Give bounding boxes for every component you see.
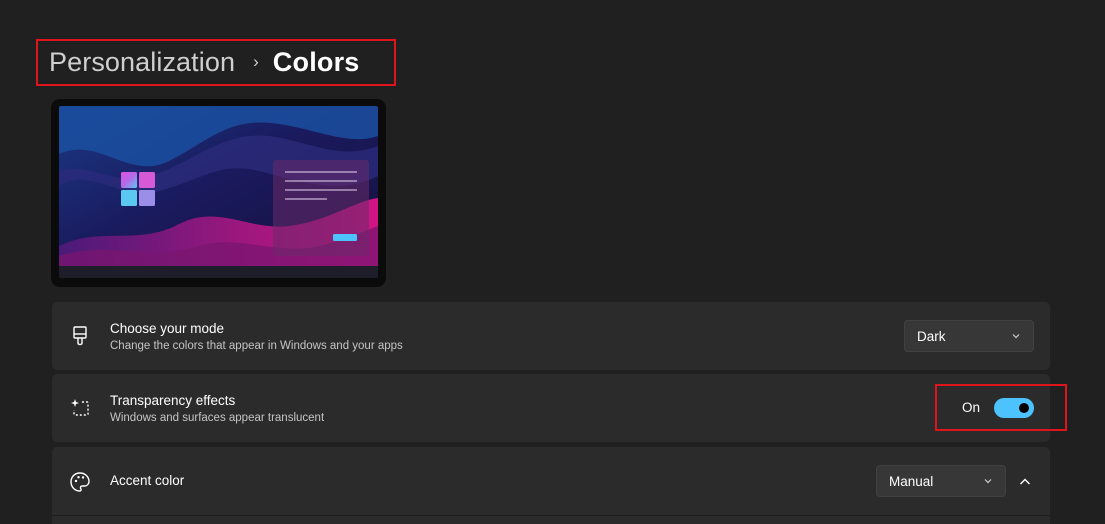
- mode-dropdown[interactable]: Dark: [904, 320, 1034, 352]
- transparency-card: Transparency effects Windows and surface…: [52, 374, 1067, 442]
- transparency-state-label: On: [962, 400, 981, 415]
- card-divider: [52, 515, 1050, 516]
- breadcrumb: Personalization › Colors: [36, 39, 396, 86]
- chevron-down-icon: [1012, 334, 1020, 339]
- toggle-knob: [1019, 403, 1029, 413]
- transparency-icon: [71, 399, 89, 416]
- choose-mode-card: Choose your mode Change the colors that …: [52, 302, 1050, 370]
- accent-dropdown[interactable]: Manual: [876, 465, 1006, 497]
- accent-title: Accent color: [110, 473, 185, 488]
- breadcrumb-separator-icon: ›: [253, 51, 259, 71]
- transparency-title: Transparency effects: [110, 393, 236, 408]
- page-title: Colors: [272, 47, 360, 77]
- accent-dropdown-value: Manual: [889, 473, 934, 489]
- palette-icon: [70, 472, 90, 492]
- chevron-down-icon: [984, 479, 992, 484]
- mode-title: Choose your mode: [110, 321, 225, 336]
- mode-description: Change the colors that appear in Windows…: [110, 340, 403, 352]
- mode-dropdown-value: Dark: [917, 328, 946, 344]
- transparency-toggle-group: On: [935, 384, 1067, 431]
- breadcrumb-personalization[interactable]: Personalization: [49, 47, 235, 78]
- paintbrush-icon: [73, 326, 87, 346]
- theme-preview: [51, 99, 386, 287]
- desktop-preview-image: [59, 106, 378, 278]
- accent-color-card[interactable]: Accent color Manual: [52, 447, 1050, 524]
- transparency-toggle[interactable]: [994, 398, 1034, 418]
- transparency-description: Windows and surfaces appear translucent: [110, 412, 325, 424]
- chevron-up-icon[interactable]: [1016, 473, 1034, 491]
